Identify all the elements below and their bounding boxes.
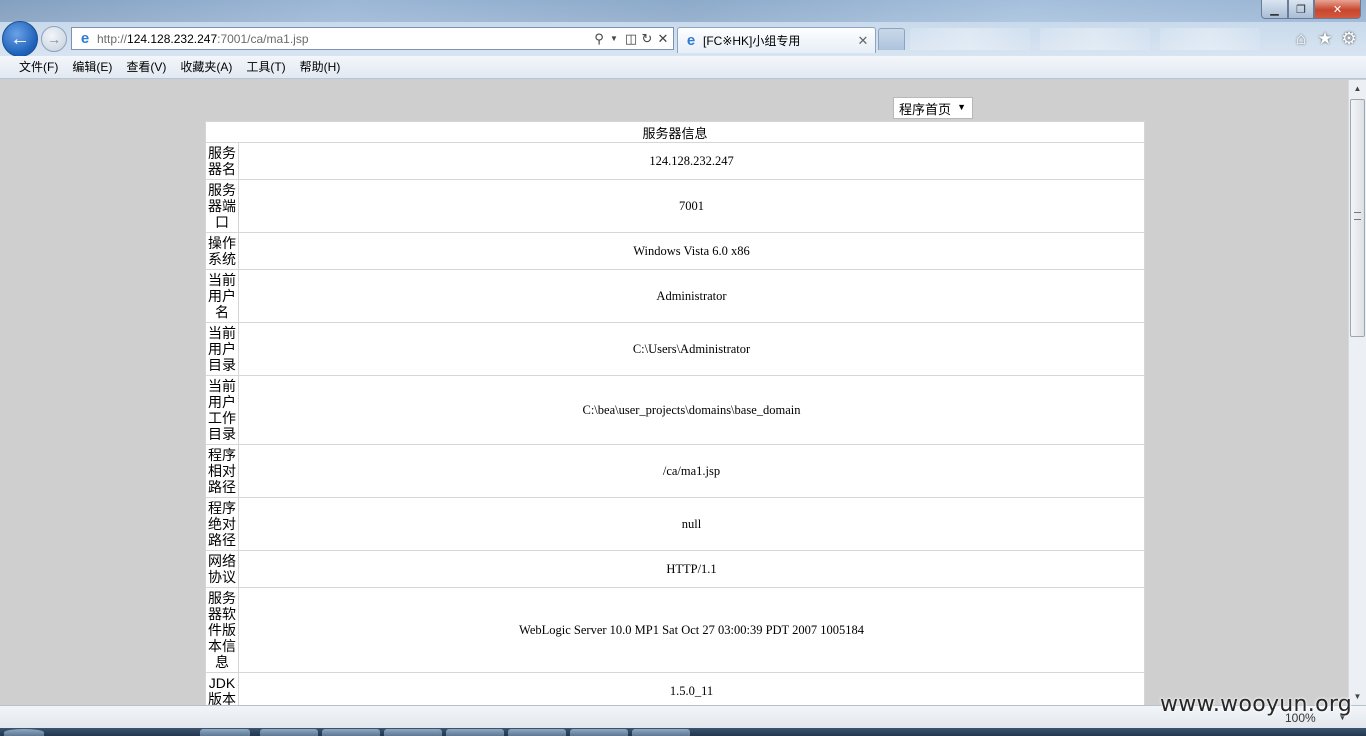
tab-close-icon[interactable]: ✕ xyxy=(855,33,871,49)
maximize-button[interactable]: ❐ xyxy=(1288,0,1314,19)
tools-gear-icon[interactable]: ⚙ xyxy=(1338,28,1360,50)
program-select-value: 程序首页 xyxy=(899,101,952,117)
address-bar[interactable]: e http://124.128.232.247:7001/ca/ma1.jsp… xyxy=(71,27,674,50)
start-button[interactable] xyxy=(4,729,44,736)
taskbar-item[interactable] xyxy=(322,729,380,736)
row-label: 程序相对路径 xyxy=(205,444,239,498)
favorites-star-icon[interactable]: ★ xyxy=(1314,28,1336,50)
row-value: Administrator xyxy=(238,269,1145,323)
minimize-button[interactable]: ▁ xyxy=(1261,0,1288,19)
background-window-blur xyxy=(910,28,1030,50)
row-value: WebLogic Server 10.0 MP1 Sat Oct 27 03:0… xyxy=(238,587,1145,673)
browser-title-bar: ▁ ❐ ✕ ← → e http://124.128.232.247:7001/… xyxy=(0,0,1366,57)
row-value: Windows Vista 6.0 x86 xyxy=(238,232,1145,270)
url-host: 124.128.232.247 xyxy=(127,31,218,46)
watermark: www.wooyun.org xyxy=(1160,692,1353,717)
taskbar-item[interactable] xyxy=(200,729,250,736)
background-window-blur xyxy=(1040,28,1150,50)
row-label: 网络协议 xyxy=(205,550,239,588)
url-scheme: http:// xyxy=(97,31,128,46)
windows-taskbar xyxy=(0,728,1366,736)
new-tab-button[interactable] xyxy=(878,28,905,50)
row-label: 当前用户目录 xyxy=(205,322,239,376)
refresh-icon[interactable]: ↻ xyxy=(639,30,655,47)
row-value: 7001 xyxy=(238,179,1145,233)
taskbar-item[interactable] xyxy=(632,729,690,736)
background-window-blur xyxy=(1160,28,1260,50)
scroll-thumb[interactable] xyxy=(1350,99,1365,337)
menu-help[interactable]: 帮助(H) xyxy=(293,57,348,77)
taskbar-item[interactable] xyxy=(570,729,628,736)
row-label: 程序绝对路径 xyxy=(205,497,239,551)
row-label: 操作系统 xyxy=(205,232,239,270)
taskbar-item[interactable] xyxy=(260,729,318,736)
url-path: :7001/ca/ma1.jsp xyxy=(217,31,309,46)
server-info-table: 服务器信息 服务器名 124.128.232.247 服务器端口 7001 操作… xyxy=(205,121,1145,705)
program-select-dropdown[interactable]: 程序首页 ▼ xyxy=(893,97,973,119)
chevron-down-icon: ▼ xyxy=(957,102,966,112)
row-label: 当前用户名 xyxy=(205,269,239,323)
row-value: 1.5.0_11 xyxy=(238,672,1145,705)
row-label: JDK版本 xyxy=(205,672,239,705)
home-icon[interactable]: ⌂ xyxy=(1290,28,1312,50)
scroll-up-arrow-icon[interactable]: ▲ xyxy=(1349,80,1366,97)
back-arrow-icon: ← xyxy=(10,27,30,50)
taskbar-item[interactable] xyxy=(384,729,442,736)
address-url[interactable]: http://124.128.232.247:7001/ca/ma1.jsp xyxy=(97,32,309,46)
back-button[interactable]: ← xyxy=(2,21,38,57)
forward-button[interactable]: → xyxy=(41,26,67,52)
row-value: null xyxy=(238,497,1145,551)
row-value: HTTP/1.1 xyxy=(238,550,1145,588)
page-viewport: 程序首页 ▼ 服务器信息 服务器名 124.128.232.247 服务器端口 … xyxy=(0,80,1348,705)
search-dropdown-icon[interactable]: ▼ xyxy=(609,30,619,47)
menu-favorites[interactable]: 收藏夹(A) xyxy=(173,57,239,77)
row-value: C:\bea\user_projects\domains\base_domain xyxy=(238,375,1145,445)
tab-active[interactable]: e [FC※HK]小组专用 ✕ xyxy=(677,27,876,53)
row-label: 服务器名 xyxy=(205,142,239,180)
row-label: 服务器端口 xyxy=(205,179,239,233)
ie-tab-icon: e xyxy=(686,31,696,49)
menu-edit[interactable]: 编辑(E) xyxy=(65,57,119,77)
menu-tools[interactable]: 工具(T) xyxy=(239,57,292,77)
vertical-scrollbar[interactable]: ▲ ▼ xyxy=(1348,80,1366,705)
forward-arrow-icon: → xyxy=(47,31,61,47)
row-label: 服务器软件版本信息 xyxy=(205,587,239,673)
menu-view[interactable]: 查看(V) xyxy=(119,57,173,77)
scroll-grip-icon xyxy=(1354,212,1361,220)
close-window-button[interactable]: ✕ xyxy=(1314,0,1361,19)
taskbar-item[interactable] xyxy=(508,729,566,736)
row-value: /ca/ma1.jsp xyxy=(238,444,1145,498)
menu-bar: 文件(F) 编辑(E) 查看(V) 收藏夹(A) 工具(T) 帮助(H) xyxy=(0,56,1366,79)
compatibility-view-icon[interactable]: ◫ xyxy=(623,30,639,47)
row-value: C:\Users\Administrator xyxy=(238,322,1145,376)
title-bar-background xyxy=(0,0,1366,22)
taskbar-item[interactable] xyxy=(446,729,504,736)
tab-title: [FC※HK]小组专用 xyxy=(703,34,801,48)
table-title: 服务器信息 xyxy=(205,121,1145,143)
row-label: 当前用户工作目录 xyxy=(205,375,239,445)
search-icon[interactable]: ⚲ xyxy=(589,30,609,47)
menu-file[interactable]: 文件(F) xyxy=(12,57,65,77)
ie-page-icon: e xyxy=(80,29,90,47)
stop-icon[interactable]: ✕ xyxy=(655,30,671,47)
row-value: 124.128.232.247 xyxy=(238,142,1145,180)
